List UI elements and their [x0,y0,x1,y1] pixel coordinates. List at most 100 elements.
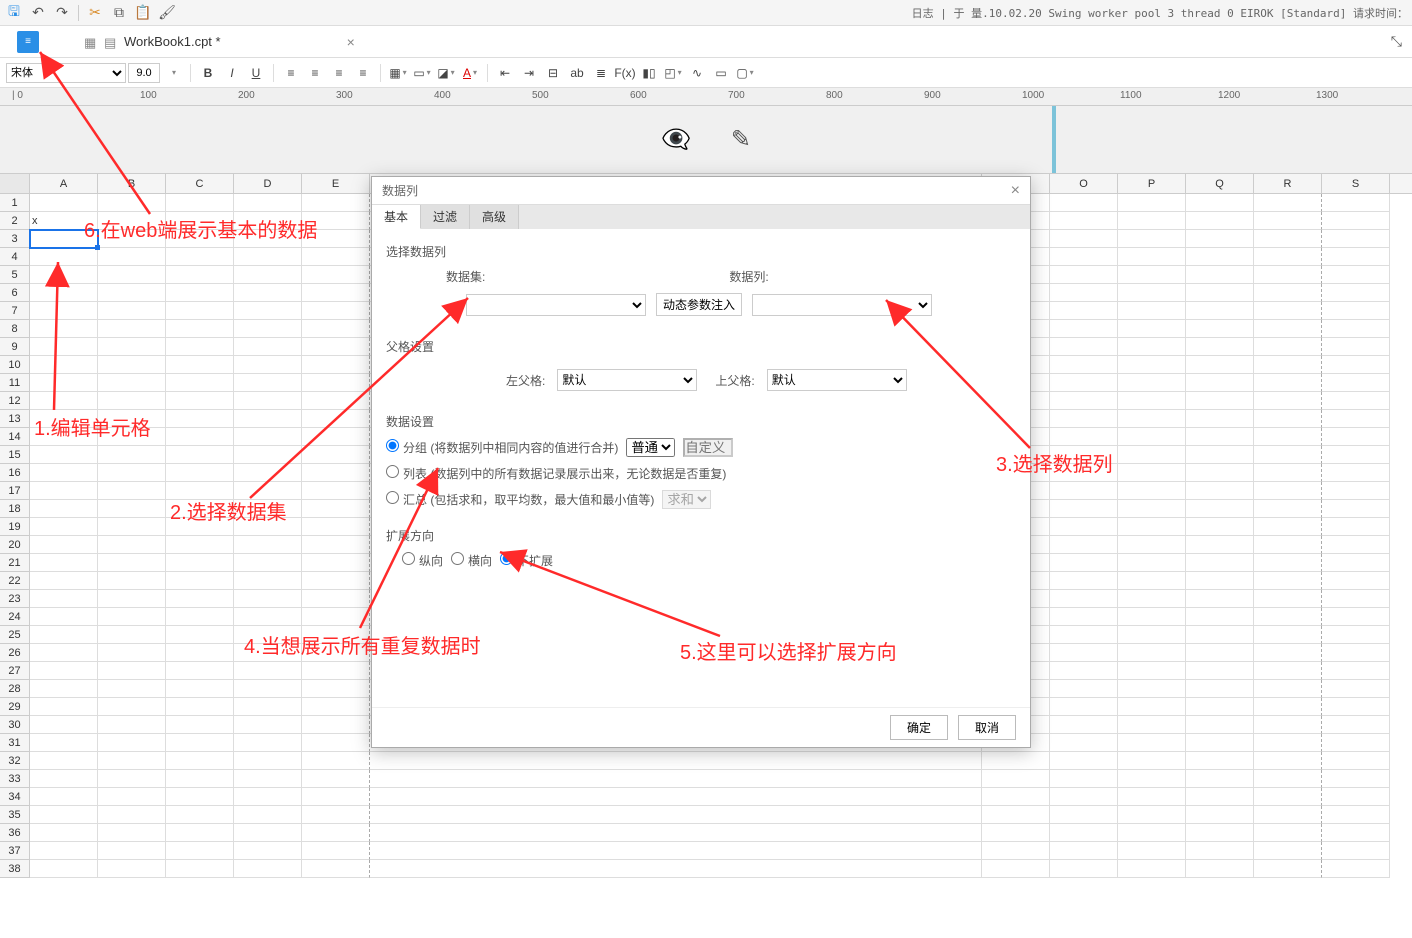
cell[interactable] [1254,302,1322,320]
cell[interactable] [1254,356,1322,374]
cell[interactable] [1118,320,1186,338]
cell[interactable] [1322,248,1390,266]
cell[interactable] [1118,734,1186,752]
cell[interactable] [1050,446,1118,464]
cell[interactable] [302,788,370,806]
cell[interactable] [1322,842,1390,860]
cell[interactable] [234,662,302,680]
col-header[interactable]: Q [1186,174,1254,193]
cell[interactable] [1322,860,1390,878]
cell[interactable] [1254,644,1322,662]
cell[interactable] [1186,554,1254,572]
cell[interactable] [302,518,370,536]
cell[interactable] [1186,320,1254,338]
cell[interactable] [1254,248,1322,266]
cell[interactable] [1050,464,1118,482]
cell[interactable] [166,860,234,878]
cell[interactable] [302,716,370,734]
cell[interactable] [166,248,234,266]
indent-right-icon[interactable]: ⇥ [518,62,540,84]
cell[interactable] [1050,500,1118,518]
cell[interactable] [1186,410,1254,428]
cell[interactable] [370,788,982,806]
row-header[interactable]: 27 [0,662,30,680]
cell[interactable] [234,734,302,752]
cell[interactable] [1186,230,1254,248]
cell[interactable] [1118,860,1186,878]
cell[interactable] [1186,734,1254,752]
cell[interactable] [1254,392,1322,410]
cell[interactable] [98,212,166,230]
cell[interactable] [302,248,370,266]
cell[interactable] [1322,806,1390,824]
cell[interactable] [1186,338,1254,356]
cell[interactable] [30,554,98,572]
cell[interactable] [98,284,166,302]
left-parent-select[interactable]: 默认 [557,369,697,391]
cell[interactable] [30,680,98,698]
row-header[interactable]: 12 [0,392,30,410]
cell[interactable] [1186,482,1254,500]
cell[interactable] [302,824,370,842]
cell[interactable] [1322,788,1390,806]
row-header[interactable]: 25 [0,626,30,644]
cell[interactable] [1118,518,1186,536]
copy-icon[interactable]: ⧉ [109,3,129,23]
cell[interactable] [302,302,370,320]
component-icon[interactable]: ▢ [734,62,756,84]
cell[interactable] [1322,572,1390,590]
cell[interactable] [166,374,234,392]
cell[interactable] [234,482,302,500]
cell[interactable] [1186,752,1254,770]
cell[interactable] [1118,410,1186,428]
cell[interactable] [234,572,302,590]
cell[interactable] [166,338,234,356]
tab-advanced[interactable]: 高级 [470,205,519,229]
cell[interactable] [1322,446,1390,464]
cell[interactable] [234,590,302,608]
cell[interactable] [1050,860,1118,878]
cell[interactable] [30,662,98,680]
row-header[interactable]: 31 [0,734,30,752]
cell[interactable] [302,356,370,374]
group-mode-select[interactable]: 普通 [626,438,675,457]
cell[interactable] [1254,572,1322,590]
expand-icon[interactable]: ⤡ [1391,33,1402,50]
indent-left-icon[interactable]: ⇤ [494,62,516,84]
cell[interactable] [98,590,166,608]
cell[interactable] [1186,194,1254,212]
cell[interactable] [30,536,98,554]
cell[interactable] [1254,518,1322,536]
radio-expand-v[interactable]: 纵向 [402,552,443,569]
cell[interactable] [234,428,302,446]
cell[interactable] [234,248,302,266]
radio-expand-none[interactable]: 不扩展 [500,552,553,569]
cell[interactable] [30,734,98,752]
row-header[interactable]: 23 [0,590,30,608]
cell[interactable] [1254,662,1322,680]
cell[interactable] [1050,716,1118,734]
cell[interactable] [1254,374,1322,392]
cell[interactable] [1118,392,1186,410]
cell[interactable] [234,536,302,554]
cell[interactable] [1322,770,1390,788]
cell[interactable] [234,752,302,770]
cell[interactable] [1186,284,1254,302]
cell[interactable] [1118,284,1186,302]
cell[interactable] [1050,374,1118,392]
cell[interactable] [1254,842,1322,860]
cell[interactable] [1186,806,1254,824]
cell[interactable] [234,788,302,806]
cell[interactable] [1050,392,1118,410]
align-right-icon[interactable]: ≡ [328,62,350,84]
cell[interactable] [98,518,166,536]
hyperlink-icon[interactable]: ⊟ [542,62,564,84]
cell[interactable] [1186,302,1254,320]
cell[interactable] [234,716,302,734]
cell[interactable] [98,680,166,698]
cell[interactable] [166,284,234,302]
cell[interactable] [98,806,166,824]
cell[interactable] [1186,248,1254,266]
cell[interactable] [1254,266,1322,284]
cell[interactable] [166,770,234,788]
